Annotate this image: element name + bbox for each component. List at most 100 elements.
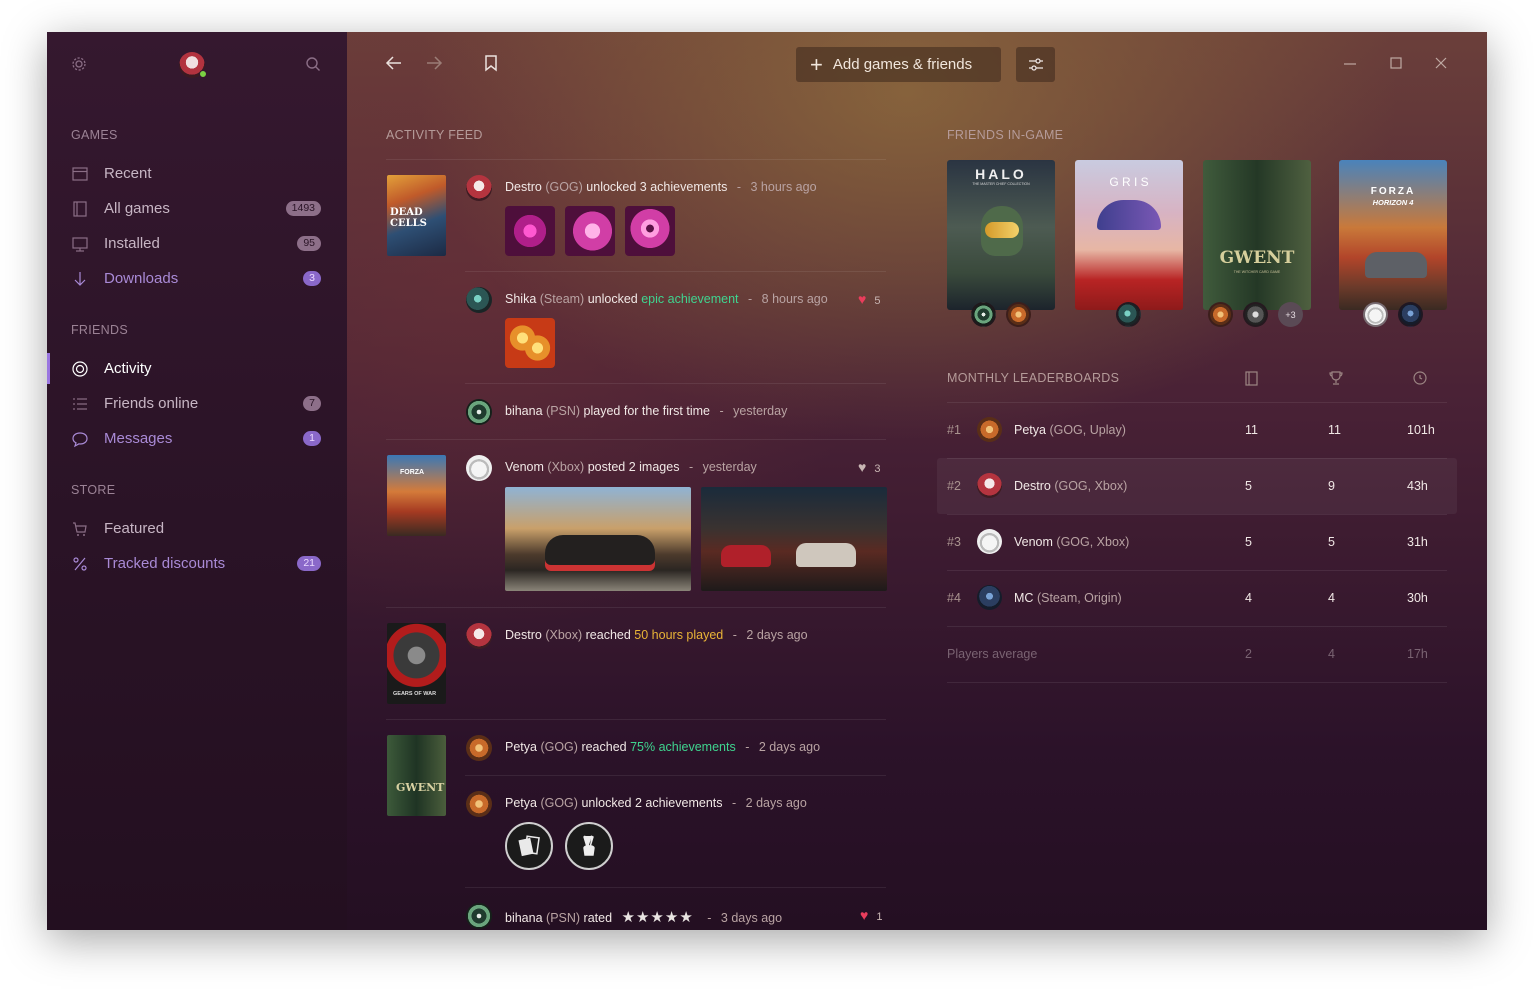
forward-arrow-icon[interactable] [425, 54, 443, 77]
gear-icon[interactable] [71, 56, 87, 77]
heart-icon: ♥ [858, 291, 867, 307]
sidebar-item-recent[interactable]: Recent [47, 156, 347, 191]
timestamp: yesterday [702, 460, 757, 474]
avatar[interactable] [466, 287, 492, 313]
hours-link[interactable]: 50 hours played [634, 628, 723, 642]
sidebar-item-activity[interactable]: Activity [47, 351, 347, 386]
game-cover-gris[interactable]: G R I S [1075, 160, 1183, 310]
sidebar-item-all-games[interactable]: All games 1493 [47, 191, 347, 226]
name: Destro [1014, 479, 1051, 493]
achievement-icon[interactable] [505, 206, 555, 256]
rank: #4 [947, 591, 961, 605]
friend-avatar[interactable] [1006, 302, 1031, 327]
friend-avatar[interactable] [1398, 302, 1423, 327]
friend-avatar[interactable] [1363, 302, 1388, 327]
user-name[interactable]: Petya [505, 796, 537, 810]
count-badge: 1 [303, 431, 321, 446]
like-counter[interactable]: ♥ 1 [860, 907, 882, 923]
avatar[interactable] [466, 175, 492, 201]
leaderboard-row[interactable]: #4 MC (Steam, Origin) 4 4 30h [947, 570, 1447, 626]
search-icon[interactable] [305, 56, 321, 77]
achievement-link[interactable]: epic achievement [641, 292, 738, 306]
cover-title: GWENT [396, 781, 445, 794]
game-cover-gears-of-war[interactable]: GEARS OF WAR [387, 623, 446, 704]
sidebar: GAMES Recent All games 1493 Installed 95… [47, 32, 347, 930]
like-counter[interactable]: ♥ 3 [858, 459, 880, 475]
achievement-icon[interactable] [625, 206, 675, 256]
feed-entry: Shika (Steam) unlocked epic achievement … [505, 292, 828, 306]
feed-entry: Destro (GOG) unlocked 3 achievements - 3… [505, 180, 817, 194]
avatar [977, 529, 1002, 554]
avatar[interactable] [466, 791, 492, 817]
game-cover-forza-horizon-4[interactable]: FORZA HORIZON 4 [1339, 160, 1447, 310]
platforms: (GOG, Xbox) [1056, 535, 1130, 549]
leaderboard-row[interactable]: #3 Venom (GOG, Xbox) 5 5 31h [947, 514, 1447, 570]
friend-avatar[interactable] [1243, 302, 1268, 327]
achievement-icon[interactable] [565, 822, 613, 870]
more-friends-badge[interactable]: +3 [1278, 302, 1303, 327]
user-name[interactable]: Destro [505, 628, 542, 642]
achievement-icon[interactable] [565, 206, 615, 256]
player-name: Petya (GOG, Uplay) [1014, 423, 1126, 437]
avatar[interactable] [466, 455, 492, 481]
add-games-friends-button[interactable]: + Add games & friends [796, 47, 1001, 82]
bookmark-icon[interactable] [483, 54, 499, 77]
back-arrow-icon[interactable] [385, 54, 403, 77]
user-name[interactable]: Shika [505, 292, 536, 306]
maximize-icon[interactable] [1389, 56, 1403, 75]
friend-avatar[interactable] [971, 302, 996, 327]
avatar[interactable] [466, 399, 492, 425]
minimize-icon[interactable] [1343, 56, 1357, 75]
leaderboard-row[interactable]: #1 Petya (GOG, Uplay) 11 11 101h [947, 402, 1447, 458]
game-cover-gwent[interactable]: GWENT [387, 735, 446, 816]
user-name[interactable]: Destro [505, 180, 542, 194]
user-name[interactable]: bihana [505, 911, 543, 925]
rank: #2 [947, 479, 961, 493]
filter-button[interactable] [1016, 47, 1055, 82]
friend-avatar[interactable] [1116, 302, 1141, 327]
visor-shape [985, 222, 1019, 238]
leaderboard-row[interactable]: #2 Destro (GOG, Xbox) 5 9 43h [947, 458, 1447, 514]
friend-avatar[interactable] [1208, 302, 1233, 327]
heart-icon: ♥ [858, 459, 867, 475]
chat-icon [72, 432, 88, 448]
user-name[interactable]: bihana [505, 404, 543, 418]
posted-image[interactable] [505, 487, 691, 591]
divider [465, 887, 886, 888]
cover-title: G R I S [1109, 175, 1149, 189]
close-icon[interactable] [1434, 56, 1448, 75]
sidebar-item-label: Recent [104, 165, 152, 182]
avatar[interactable] [466, 735, 492, 761]
name: MC [1014, 591, 1034, 605]
game-cover-forza[interactable]: FORZA [387, 455, 446, 536]
count-badge: 1493 [285, 201, 321, 216]
hair-shape [1097, 200, 1161, 230]
game-cover-gwent[interactable]: GWENT THE WITCHER CARD GAME [1203, 160, 1311, 310]
plus-icon: + [810, 51, 823, 77]
achievement-icon[interactable] [505, 318, 555, 368]
rank: #1 [947, 423, 961, 437]
game-cover-dead-cells[interactable]: DEAD CELLS [387, 175, 446, 256]
sidebar-item-featured[interactable]: Featured [47, 511, 347, 546]
avatar[interactable] [466, 623, 492, 649]
sidebar-item-friends-online[interactable]: Friends online 7 [47, 386, 347, 421]
user-name[interactable]: Petya [505, 740, 537, 754]
achievements-link[interactable]: 75% achievements [630, 740, 736, 754]
name: Venom [1014, 535, 1053, 549]
sidebar-item-tracked-discounts[interactable]: Tracked discounts 21 [47, 546, 347, 581]
sidebar-item-downloads[interactable]: Downloads 3 [47, 261, 347, 296]
posted-image[interactable] [701, 487, 887, 591]
avatar[interactable] [466, 903, 492, 929]
sidebar-item-installed[interactable]: Installed 95 [47, 226, 347, 261]
cards-icon [518, 835, 540, 857]
game-cover-halo[interactable]: HALO THE MASTER CHIEF COLLECTION [947, 160, 1055, 310]
separator: - [719, 404, 724, 418]
achievement-icon[interactable] [505, 822, 553, 870]
monitor-icon [72, 237, 88, 252]
sidebar-item-label: Installed [104, 235, 160, 252]
sidebar-item-messages[interactable]: Messages 1 [47, 421, 347, 456]
car-shape [545, 535, 655, 571]
user-name[interactable]: Venom [505, 460, 544, 474]
like-counter[interactable]: ♥ 5 [858, 291, 880, 307]
player-name: Venom (GOG, Xbox) [1014, 535, 1129, 549]
